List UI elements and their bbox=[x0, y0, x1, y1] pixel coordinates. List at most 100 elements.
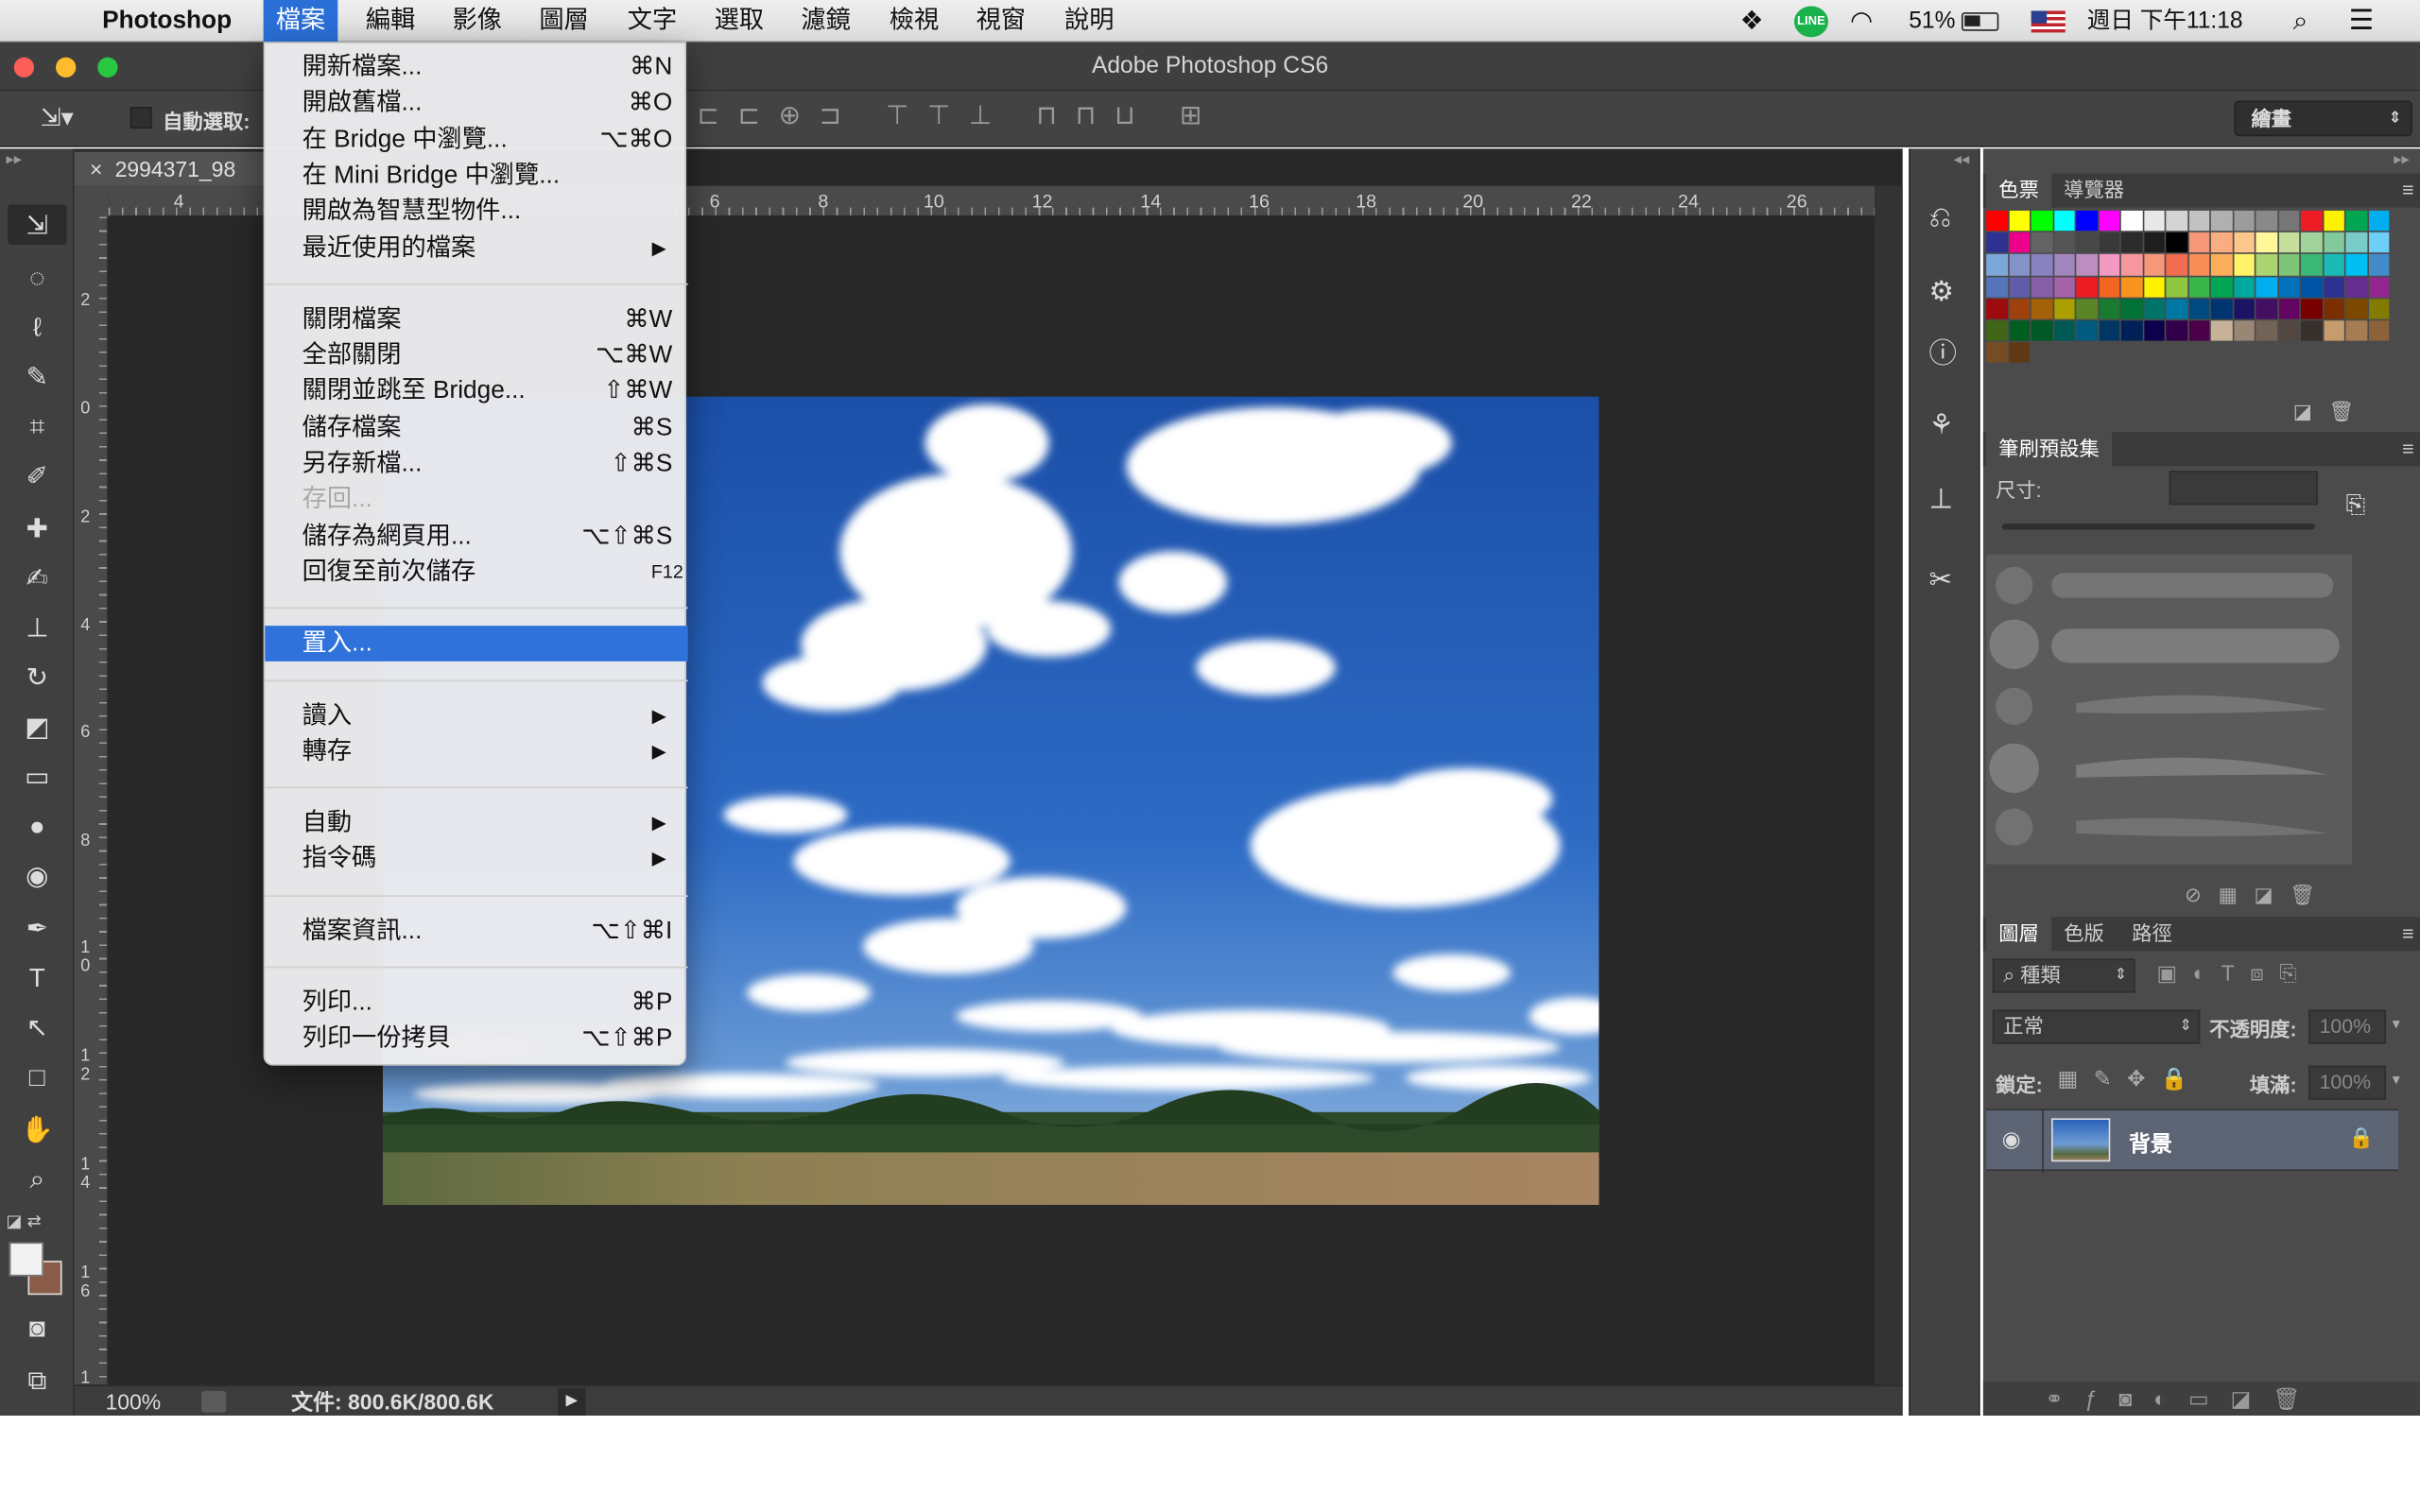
menu-item[interactable]: 最近使用的檔案 ▶ bbox=[265, 230, 687, 266]
menu-image[interactable]: 影像 bbox=[440, 0, 514, 42]
color-swatch[interactable] bbox=[2120, 254, 2142, 276]
color-swatch[interactable] bbox=[2008, 320, 2031, 341]
visibility-eye-icon[interactable]: ◉ bbox=[2002, 1126, 2021, 1153]
color-swatch[interactable] bbox=[2300, 298, 2323, 319]
auto-select-checkbox[interactable] bbox=[130, 107, 152, 129]
color-swatch[interactable] bbox=[2120, 276, 2142, 298]
menu-layer[interactable]: 圖層 bbox=[527, 0, 601, 42]
menu-item[interactable]: 讀入 ▶ bbox=[265, 697, 687, 733]
color-swatch[interactable] bbox=[2166, 210, 2187, 232]
info-panel-icon[interactable]: ⓘ bbox=[1929, 332, 1958, 372]
crop-tool-icon[interactable]: ⌗ bbox=[15, 409, 59, 446]
pen-tool-icon[interactable]: ✒ bbox=[15, 911, 59, 948]
menu-type[interactable]: 文字 bbox=[615, 0, 690, 42]
color-swatch[interactable] bbox=[2099, 254, 2120, 276]
zoom-window-button[interactable] bbox=[97, 57, 118, 77]
type-tool-icon[interactable]: T bbox=[15, 960, 59, 997]
color-swatch[interactable] bbox=[2188, 298, 2210, 319]
quick-mask-icon[interactable]: ◙ bbox=[15, 1311, 59, 1348]
color-swatch[interactable] bbox=[2210, 320, 2232, 341]
color-swatch[interactable] bbox=[2143, 276, 2165, 298]
color-swatch[interactable] bbox=[2031, 298, 2052, 319]
color-swatch[interactable] bbox=[2256, 320, 2277, 341]
brush-tool-icon[interactable]: ✍ bbox=[15, 560, 59, 597]
status-menu-arrow-icon[interactable]: ▶ bbox=[558, 1387, 586, 1417]
color-swatch[interactable] bbox=[2008, 232, 2031, 253]
vertical-scrollbar[interactable] bbox=[1875, 185, 1903, 1385]
menu-item[interactable]: 列印一份拷貝 ⌥⇧⌘P bbox=[265, 1022, 687, 1057]
new-brush-preset-icon[interactable]: ⎘ bbox=[2345, 492, 2365, 521]
color-swatch[interactable] bbox=[2008, 254, 2031, 276]
color-swatch[interactable] bbox=[2120, 210, 2142, 232]
color-swatch[interactable] bbox=[2076, 276, 2098, 298]
move-tool-icon[interactable]: ⇲ bbox=[15, 208, 59, 245]
color-swatch[interactable] bbox=[2345, 232, 2367, 253]
color-swatch[interactable] bbox=[2166, 320, 2187, 341]
color-swatch[interactable] bbox=[2368, 210, 2390, 232]
color-swatch[interactable] bbox=[2300, 254, 2323, 276]
brush-panel-buttons[interactable]: ⊘ ▦ ◪ 🗑 bbox=[2185, 883, 2315, 907]
color-swatch[interactable] bbox=[2368, 320, 2390, 341]
color-swatch[interactable] bbox=[2143, 320, 2165, 341]
color-swatch[interactable] bbox=[2008, 342, 2031, 364]
color-swatch[interactable] bbox=[2323, 298, 2344, 319]
ruler-origin[interactable] bbox=[74, 185, 109, 217]
color-swatch[interactable] bbox=[2188, 320, 2210, 341]
color-swatch[interactable] bbox=[2256, 276, 2277, 298]
color-swatch[interactable] bbox=[2210, 298, 2232, 319]
battery-icon[interactable] bbox=[1961, 12, 1999, 31]
color-swatch[interactable] bbox=[2210, 210, 2232, 232]
menu-item[interactable]: 關閉檔案 ⌘W bbox=[265, 301, 687, 337]
color-swatch[interactable] bbox=[2166, 276, 2187, 298]
color-swatch[interactable] bbox=[2099, 320, 2120, 341]
color-swatch[interactable] bbox=[2300, 276, 2323, 298]
color-swatch[interactable] bbox=[2300, 210, 2323, 232]
collapse-panels-icon[interactable]: ▸▸ bbox=[2394, 152, 2409, 169]
stamp-tool-icon[interactable]: ⊥ bbox=[15, 610, 59, 647]
layer-filter-icons[interactable]: ▣◐T⧈⎘ bbox=[2156, 960, 2311, 987]
blend-mode-select[interactable]: 正常 ⇕ bbox=[1992, 1009, 2201, 1044]
color-swatch[interactable] bbox=[2053, 232, 2075, 253]
color-swatch[interactable] bbox=[2256, 210, 2277, 232]
color-swatch[interactable] bbox=[2166, 298, 2187, 319]
color-swatch[interactable] bbox=[2300, 232, 2323, 253]
color-swatch[interactable] bbox=[2099, 276, 2120, 298]
tab-layers[interactable]: 圖層 bbox=[1986, 917, 2052, 952]
color-swatch[interactable] bbox=[2323, 254, 2344, 276]
menu-item[interactable]: 置入... bbox=[265, 626, 688, 662]
color-swatch[interactable] bbox=[2323, 320, 2344, 341]
menu-item[interactable]: 開新檔案... ⌘N bbox=[265, 49, 687, 85]
color-swatch[interactable] bbox=[1986, 254, 2008, 276]
screen-mode-icon[interactable]: ⧉ bbox=[15, 1363, 59, 1400]
color-swatch[interactable] bbox=[2256, 232, 2277, 253]
color-swatch[interactable] bbox=[2345, 320, 2367, 341]
layer-kind-filter[interactable]: ⌕ 種類 ⇕ bbox=[1992, 958, 2135, 993]
color-swatch[interactable] bbox=[2076, 298, 2098, 319]
color-swatch[interactable] bbox=[2345, 276, 2367, 298]
marquee-tool-icon[interactable]: ◌ bbox=[15, 260, 59, 297]
swatches-grid[interactable] bbox=[1986, 210, 2392, 366]
color-swatch[interactable] bbox=[2256, 254, 2277, 276]
brush-presets-list[interactable] bbox=[1986, 554, 2353, 865]
menu-item[interactable]: 在 Bridge 中瀏覽... ⌥⌘O bbox=[265, 122, 687, 158]
collapse-strip-icon[interactable]: ◂◂ bbox=[1954, 152, 1969, 169]
color-swatch[interactable] bbox=[2143, 210, 2165, 232]
menu-item[interactable]: 儲存檔案 ⌘S bbox=[265, 410, 687, 446]
tab-swatches[interactable]: 色票 bbox=[1986, 173, 2052, 208]
color-swatch[interactable] bbox=[2008, 210, 2031, 232]
spotlight-search-icon[interactable]: ⌕ bbox=[2293, 0, 2308, 42]
color-swatch[interactable] bbox=[2099, 232, 2120, 253]
color-swatch[interactable] bbox=[2008, 276, 2031, 298]
close-window-button[interactable] bbox=[13, 57, 35, 77]
color-swatch[interactable] bbox=[2031, 320, 2052, 341]
panel-menu-icon[interactable]: ≡ bbox=[2402, 432, 2413, 466]
color-swatch[interactable] bbox=[1986, 298, 2008, 319]
color-swatch[interactable] bbox=[1986, 320, 2008, 341]
hand-tool-icon[interactable]: ✋ bbox=[15, 1112, 59, 1149]
move-tool-preset-icon[interactable]: ⇲▾ bbox=[41, 102, 74, 133]
foreground-color-swatch[interactable] bbox=[9, 1242, 43, 1277]
zoom-tool-icon[interactable]: ⌕ bbox=[15, 1161, 59, 1198]
dodge-tool-icon[interactable]: ◉ bbox=[15, 858, 59, 895]
color-swatch[interactable] bbox=[2233, 276, 2255, 298]
color-swatch[interactable] bbox=[2188, 210, 2210, 232]
